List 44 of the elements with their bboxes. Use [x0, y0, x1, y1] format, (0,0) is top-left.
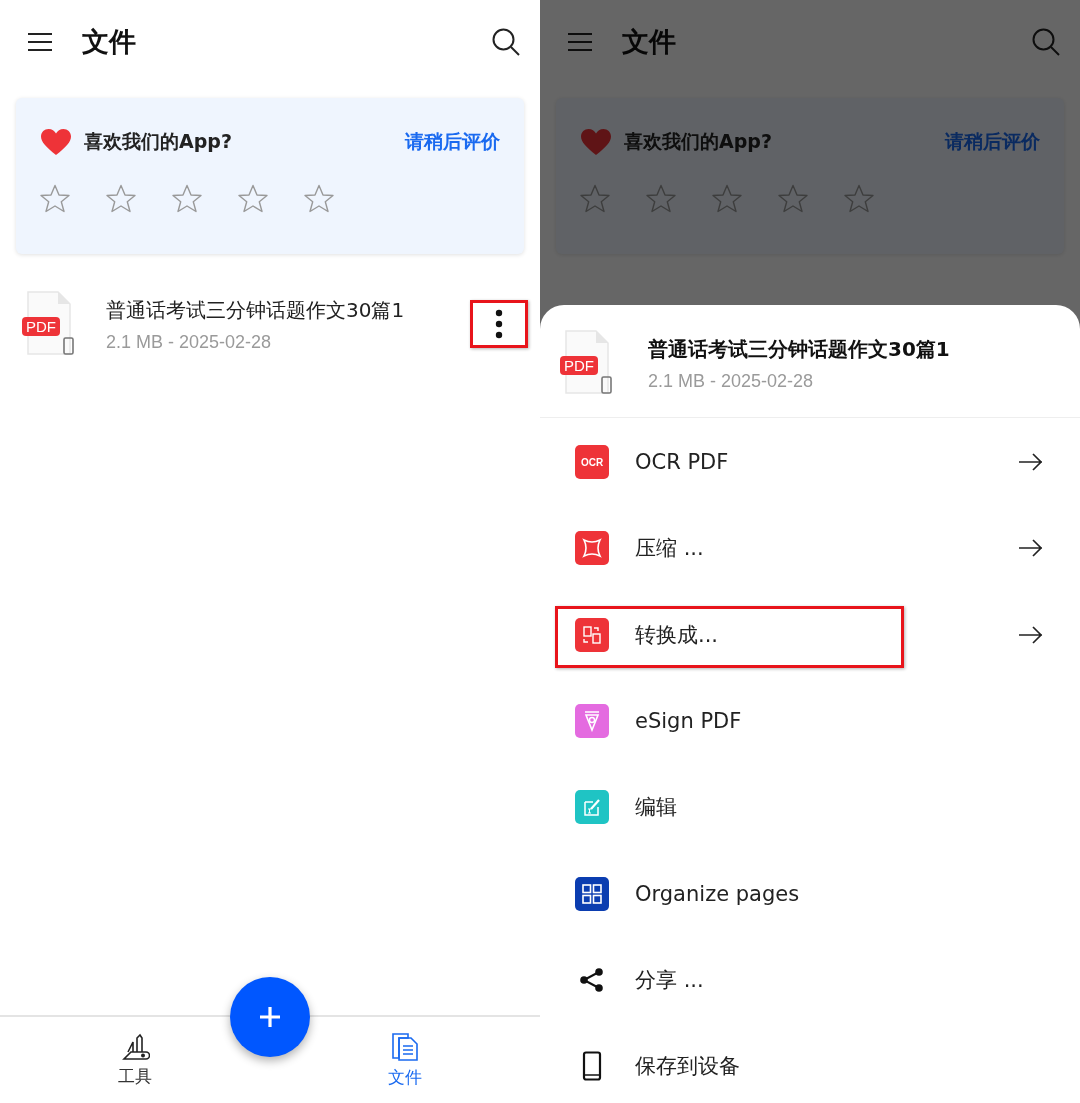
screen-title: 文件 [82, 25, 137, 59]
file-type-badge: PDF [22, 317, 60, 336]
ocr-icon-label: OCR [580, 456, 604, 468]
menu-item[interactable]: 转换成... [635, 620, 1018, 649]
nav-tab[interactable]: 文件 [360, 1017, 450, 1103]
plus-icon [258, 1005, 282, 1029]
menu-icon[interactable] [28, 32, 52, 52]
star-icon[interactable] [646, 184, 676, 213]
menu-item[interactable]: 编辑 [635, 793, 1044, 822]
star-icon[interactable] [844, 184, 874, 213]
star-icon[interactable] [238, 184, 268, 213]
star-icon[interactable] [778, 184, 808, 213]
star-icon[interactable] [580, 184, 610, 213]
add-button[interactable] [230, 977, 310, 1057]
heart-icon [40, 128, 72, 156]
menu-item[interactable]: Organize pages [635, 881, 1044, 906]
file-meta: 2.1 MB - 2025-02-28 [648, 371, 815, 392]
file-name: 普通话考试三分钟话题作文30篇1 [648, 336, 950, 363]
phone-icon [582, 1051, 602, 1082]
pocket-knife-icon [120, 1032, 150, 1061]
rate-later-link[interactable]: 请稍后评价 [405, 129, 500, 155]
file-name: 普通话考试三分钟话题作文30篇1 [106, 297, 406, 324]
file-meta: 2.1 MB - 2025-02-28 [106, 332, 273, 353]
documents-icon [390, 1031, 420, 1062]
heart-icon [580, 128, 612, 156]
star-icon[interactable] [304, 184, 334, 213]
menu-item[interactable]: 压缩 ... [635, 534, 1018, 563]
menu-item[interactable]: 保存到设备 [635, 1052, 1044, 1081]
star-icon[interactable] [172, 184, 202, 213]
file-type-badge: PDF [560, 356, 598, 375]
more-icon [495, 309, 503, 339]
star-icon[interactable] [712, 184, 742, 213]
rating-question: 喜欢我们的App? [84, 129, 233, 154]
menu-item[interactable]: OCR PDF [635, 450, 1018, 475]
menu-item[interactable]: eSign PDF [635, 709, 1044, 734]
rating-question: 喜欢我们的App? [624, 129, 773, 154]
screen-title: 文件 [622, 25, 677, 59]
search-icon[interactable] [492, 28, 520, 56]
star-icon[interactable] [106, 184, 136, 213]
star-icon[interactable] [40, 184, 70, 213]
more-button[interactable] [470, 300, 528, 348]
share-icon [579, 966, 605, 993]
menu-item[interactable]: 分享 ... [635, 965, 1044, 994]
nav-tab[interactable]: 工具 [90, 1017, 180, 1103]
